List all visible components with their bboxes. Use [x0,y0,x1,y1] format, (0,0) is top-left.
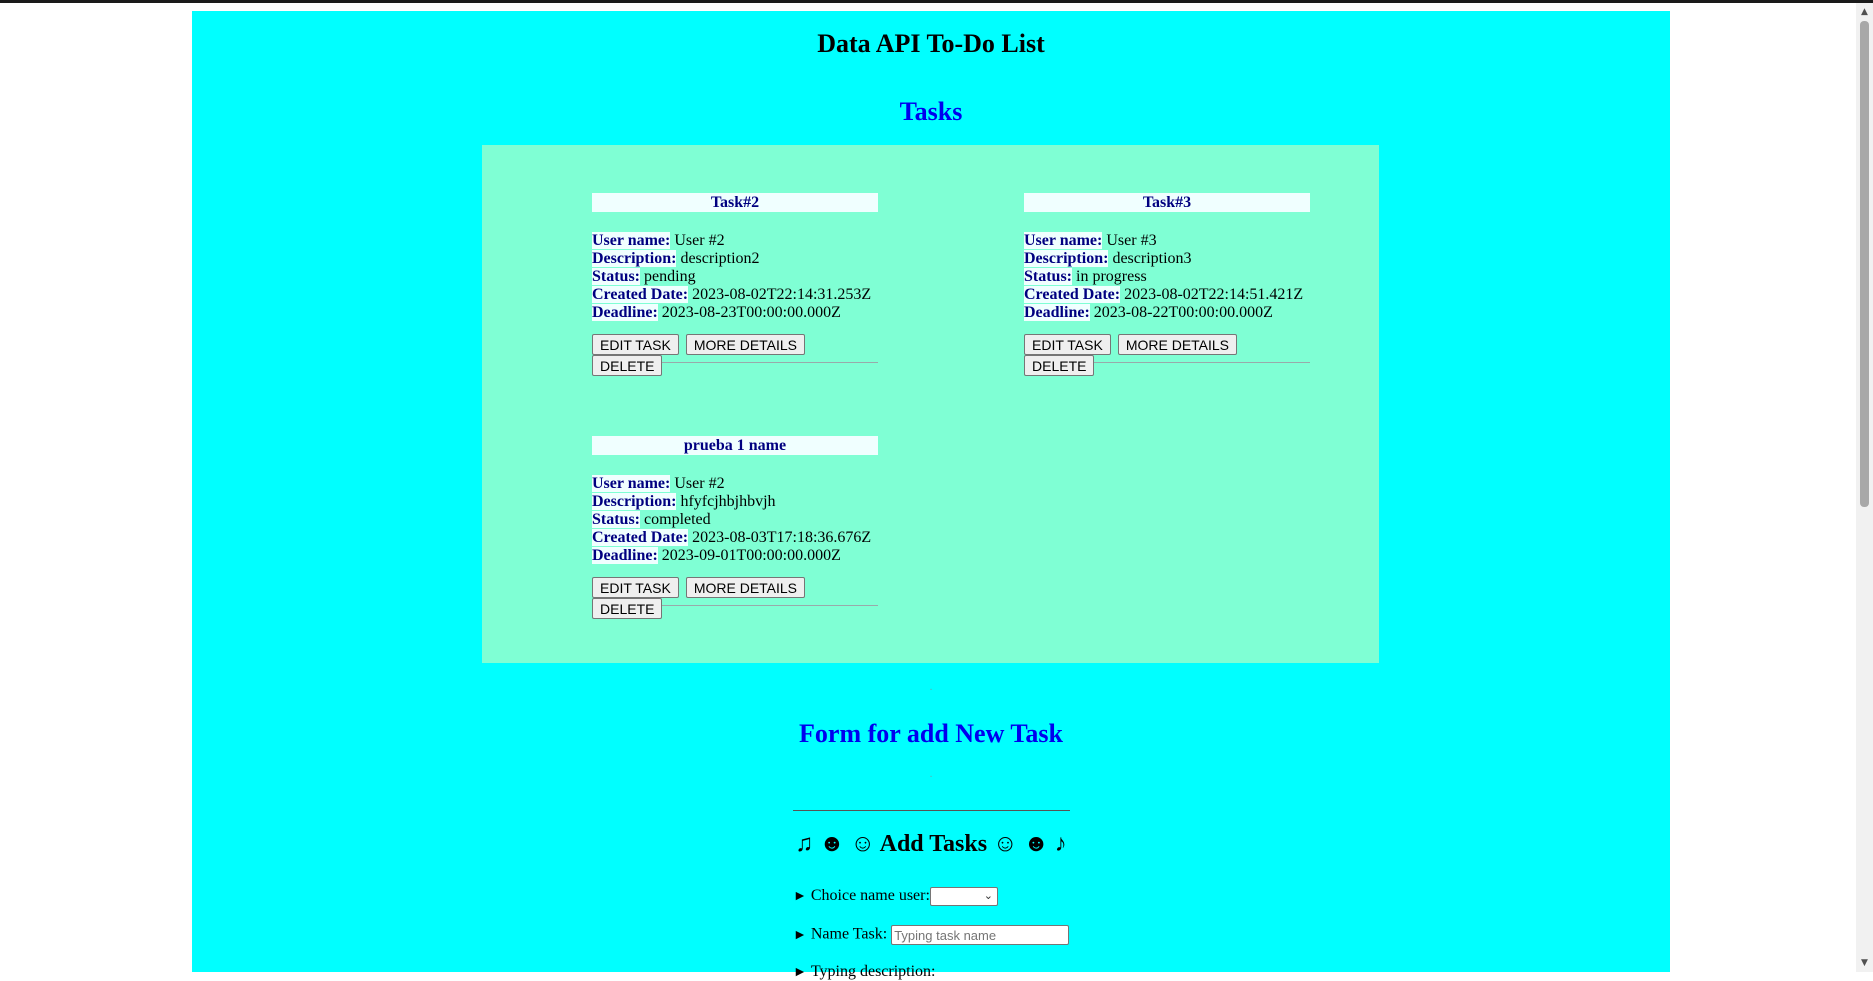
deadline-label: Deadline: [592,547,658,564]
user-name-row: User name: User #2 [592,232,878,250]
description-label: Description: [592,250,677,267]
edit-task-button[interactable]: EDIT TASK [592,577,679,598]
task-fields: User name: User #2 Description: descript… [592,232,878,322]
user-name-row: User name: User #3 [1024,232,1310,250]
dot-divider: · [929,685,933,696]
window-top-border [0,0,1873,3]
scroll-down-icon[interactable]: ▼ [1856,956,1873,970]
chevron-down-icon: ⌄ [983,889,993,902]
task-actions: EDIT TASK MORE DETAILS DELETE [592,577,878,619]
tasks-panel: Task#2 User name: User #2 Description: d… [482,145,1379,663]
task-name-input[interactable] [891,925,1070,945]
task-name: Task#2 [592,193,878,212]
user-name-label: User name: [1024,232,1103,249]
user-name-label: User name: [592,232,671,249]
task-fields: User name: User #2 Description: hfyfcjhb… [592,475,878,565]
task-card: prueba 1 name User name: User #2 Descrip… [592,436,878,619]
vertical-scrollbar[interactable]: ▲ ▼ [1856,3,1873,972]
user-name-value: User #2 [674,475,725,492]
description-label: Description: [592,493,677,510]
created-date-value: 2023-08-02T22:14:51.421Z [1124,286,1304,303]
form-divider [793,810,1070,811]
arrow-right-icon: ► [793,927,807,943]
description-row: Description: description3 [1024,250,1310,268]
task-actions: EDIT TASK MORE DETAILS DELETE [1024,334,1310,376]
created-date-value: 2023-08-03T17:18:36.676Z [692,529,872,546]
deadline-row: Deadline: 2023-09-01T00:00:00.000Z [592,547,878,565]
description-row: Description: hfyfcjhbjhbvjh [592,493,878,511]
task-name: prueba 1 name [592,436,878,455]
created-date-value: 2023-08-02T22:14:31.253Z [692,286,872,303]
deadline-label: Deadline: [1024,304,1090,321]
dot-divider: · [929,772,933,783]
delete-button[interactable]: DELETE [1024,355,1095,376]
created-date-label: Created Date: [1024,286,1121,303]
created-date-label: Created Date: [592,529,689,546]
choice-user-row: ► Choice name user: ⌄ [793,887,998,906]
edit-task-button[interactable]: EDIT TASK [592,334,679,355]
status-label: Status: [592,511,641,528]
status-value: completed [644,511,711,528]
user-name-label: User name: [592,475,671,492]
task-name: Task#3 [1024,193,1310,212]
description-value: hfyfcjhbjhbvjh [680,493,776,510]
status-label: Status: [1024,268,1073,285]
choice-user-label: Choice name user: [810,887,930,905]
add-tasks-heading: ♫ ☻ ☺ Add Tasks ☺ ☻ ♪ [795,831,1067,857]
deadline-value: 2023-08-23T00:00:00.000Z [661,304,841,321]
created-date-row: Created Date: 2023-08-03T17:18:36.676Z [592,529,878,547]
name-task-row: ► Name Task: [793,925,1070,945]
task-fields: User name: User #3 Description: descript… [1024,232,1310,322]
status-row: Status: completed [592,511,878,529]
deadline-value: 2023-08-22T00:00:00.000Z [1093,304,1273,321]
deadline-value: 2023-09-01T00:00:00.000Z [661,547,841,564]
more-details-button[interactable]: MORE DETAILS [685,577,806,598]
deadline-row: Deadline: 2023-08-23T00:00:00.000Z [592,304,878,322]
name-task-label: Name Task: [810,925,888,943]
arrow-right-icon: ► [793,965,807,980]
description-label: Description: [1024,250,1109,267]
description-row: ► Typing description: [793,963,936,981]
page-container: Data API To-Do List Tasks Task#2 User na… [192,11,1670,980]
user-name-value: User #2 [674,232,725,249]
app-title: Data API To-Do List [817,29,1045,58]
deadline-row: Deadline: 2023-08-22T00:00:00.000Z [1024,304,1310,322]
user-name-value: User #3 [1106,232,1157,249]
task-actions: EDIT TASK MORE DETAILS DELETE [592,334,878,376]
arrow-right-icon: ► [793,889,807,905]
more-details-button[interactable]: MORE DETAILS [685,334,806,355]
scroll-up-icon[interactable]: ▲ [1856,5,1873,19]
task-card: Task#2 User name: User #2 Description: d… [592,193,878,376]
user-name-row: User name: User #2 [592,475,878,493]
status-value: in progress [1076,268,1147,285]
delete-button[interactable]: DELETE [592,355,663,376]
edit-task-button[interactable]: EDIT TASK [1024,334,1111,355]
status-label: Status: [592,268,641,285]
description-value: description2 [680,250,760,267]
deadline-label: Deadline: [592,304,658,321]
task-card: Task#3 User name: User #3 Description: d… [1024,193,1310,376]
description-row: Description: description2 [592,250,878,268]
status-row: Status: pending [592,268,878,286]
status-row: Status: in progress [1024,268,1310,286]
created-date-row: Created Date: 2023-08-02T22:14:31.253Z [592,286,878,304]
created-date-label: Created Date: [592,286,689,303]
created-date-row: Created Date: 2023-08-02T22:14:51.421Z [1024,286,1310,304]
scrollbar-thumb[interactable] [1860,21,1869,507]
more-details-button[interactable]: MORE DETAILS [1117,334,1238,355]
tasks-section-title: Tasks [899,97,963,126]
user-select[interactable]: ⌄ [929,887,998,906]
status-value: pending [644,268,696,285]
form-section-title: Form for add New Task [799,719,1063,748]
description-value: description3 [1112,250,1192,267]
delete-button[interactable]: DELETE [592,598,663,619]
